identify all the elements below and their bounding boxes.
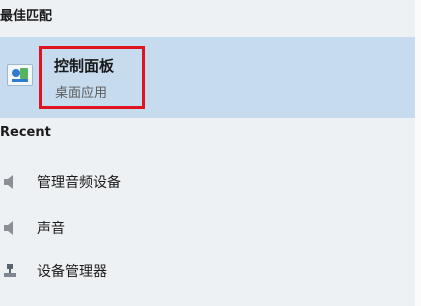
device-manager-icon xyxy=(4,264,16,277)
search-results-panel: 最佳匹配 控制面板 桌面应用 Recent 管理音频设备 声音 设备管理器 xyxy=(0,0,421,306)
panel-edge xyxy=(415,0,421,306)
recent-item-device-manager[interactable]: 设备管理器 xyxy=(0,251,415,291)
best-match-result[interactable]: 控制面板 桌面应用 xyxy=(0,37,415,118)
recent-item-label: 设备管理器 xyxy=(37,264,107,280)
app-type: 桌面应用 xyxy=(55,86,108,101)
recent-label: Recent xyxy=(0,125,51,140)
speaker-icon xyxy=(4,221,13,235)
recent-item-label: 管理音频设备 xyxy=(37,175,121,191)
recent-item-label: 声音 xyxy=(37,221,65,237)
control-panel-icon xyxy=(7,64,33,86)
app-name: 控制面板 xyxy=(54,57,115,75)
speaker-icon xyxy=(4,175,13,189)
recent-item-manage-audio-devices[interactable]: 管理音频设备 xyxy=(0,162,415,202)
best-match-label: 最佳匹配 xyxy=(0,9,53,24)
recent-item-sound[interactable]: 声音 xyxy=(0,208,415,248)
